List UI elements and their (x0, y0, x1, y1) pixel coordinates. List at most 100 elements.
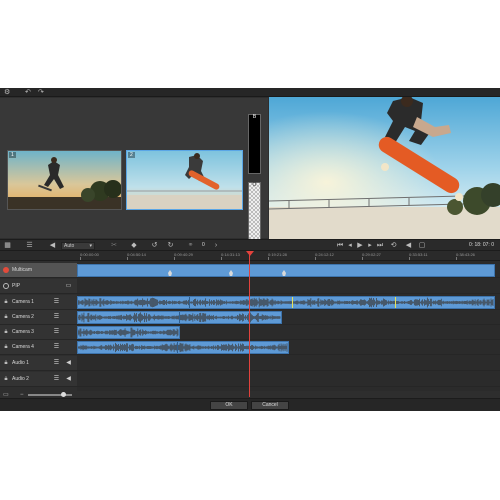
fullscreen-icon[interactable]: ▢ (418, 241, 426, 250)
zoom-slider-track[interactable] (28, 392, 72, 397)
track-header-audio-2[interactable]: 🔒︎ Audio 2 ☰ ◀ (0, 372, 77, 387)
program-frame-photo (269, 97, 500, 239)
timecode-start: 0 (202, 242, 205, 248)
ruler-tick: 0:14:31:13 (221, 252, 240, 260)
program-monitor (269, 97, 500, 239)
lane-pip (77, 279, 500, 294)
angle-switch-marker[interactable] (168, 267, 172, 276)
step-forward-icon[interactable]: ▸ (366, 241, 374, 250)
marker-icon[interactable]: ◆ (130, 241, 138, 250)
lane-camera-4 (77, 340, 500, 355)
lane-camera-2 (77, 310, 500, 325)
pip-settings-icon[interactable]: ▭ (64, 282, 73, 290)
angle-switch-marker[interactable] (229, 267, 233, 276)
loop-icon[interactable]: ⟲ (389, 241, 398, 250)
track-label: Multicam (12, 267, 33, 273)
ruler-corner (0, 251, 77, 261)
track-header-multicam[interactable]: Multicam (0, 263, 77, 278)
cancel-button[interactable]: Cancel (251, 401, 289, 410)
track-menu-icon[interactable]: ☰ (52, 313, 61, 321)
go-to-start-icon[interactable]: ⏮ (336, 241, 344, 250)
track-menu-icon[interactable]: ☰ (52, 375, 61, 383)
track-menu-icon[interactable]: ☰ (52, 359, 61, 367)
track-label: Camera 2 (12, 314, 34, 320)
go-to-end-icon[interactable]: ⏭ (376, 241, 384, 250)
editing-toolbar: ▦ ☰ ◀ Auto ▾ ✂ ◆ ↺ ↻ ⚭ 0 › ⏮ ◂ ▶ ▸ ⏭ ⟲ ◀… (0, 239, 500, 251)
playhead-handle[interactable] (246, 251, 254, 256)
chevron-right-icon[interactable]: › (212, 241, 220, 250)
thumbnail-number: 1 (9, 152, 16, 158)
lane-camera-1 (77, 295, 500, 310)
dialog-footer: OK Cancel (0, 398, 500, 411)
ruler-tick: 0:38:43:26 (456, 252, 475, 260)
timeline-ruler[interactable]: 0:00:00:00 0:04:50:14 0:09:40:29 0:14:31… (77, 251, 500, 261)
ruler-tick: 0:19:21:28 (268, 252, 287, 260)
list-view-icon[interactable]: ☰ (25, 241, 34, 250)
angle-switch-marker[interactable] (282, 267, 286, 276)
waveform-path (78, 297, 494, 308)
link-icon[interactable]: ⚭ (186, 241, 195, 250)
mode-dropdown[interactable]: Auto ▾ (61, 242, 95, 250)
multicam-editor-window: ⚙ ↶ ↷ 1 2 B O ▦ ☰ ◀ Auto ▾ ✂ ◆ ↺ ↻ ⚭ 0 ›… (0, 88, 500, 411)
track-header-audio-1[interactable]: 🔒︎ Audio 1 ☰ ◀ (0, 356, 77, 371)
camera-1-clip[interactable] (77, 296, 495, 309)
rotate-right-icon[interactable]: ↻ (166, 241, 175, 250)
play-icon[interactable]: ▶ (356, 241, 364, 250)
lock-icon[interactable]: 🔒︎ (3, 360, 9, 366)
camera-angle-thumbnail-2[interactable]: 2 (126, 150, 243, 210)
clip-cut-line (179, 312, 180, 323)
waveform-path (78, 342, 288, 353)
record-icon[interactable] (3, 267, 9, 273)
playhead[interactable] (249, 251, 250, 397)
track-label: Camera 1 (12, 299, 34, 305)
track-header-camera-2[interactable]: 🔒︎ Camera 2 ☰ (0, 310, 77, 325)
ok-button[interactable]: OK (210, 401, 248, 410)
lock-icon[interactable]: 🔒︎ (3, 299, 9, 305)
redo-icon[interactable]: ↷ (38, 88, 44, 97)
multicam-clip[interactable] (77, 264, 495, 277)
track-header-pip[interactable]: PIP ▭ (0, 279, 77, 294)
grid-view-icon[interactable]: ▦ (3, 241, 12, 250)
audio-waveform (78, 327, 179, 338)
track-header-camera-4[interactable]: 🔒︎ Camera 4 ☰ (0, 340, 77, 355)
track-menu-icon[interactable]: ☰ (52, 328, 61, 336)
track-label: Camera 3 (12, 329, 34, 335)
chevron-down-icon: ▾ (89, 243, 92, 249)
visibility-ring-icon[interactable] (3, 283, 9, 289)
lock-icon[interactable]: 🔒︎ (3, 329, 9, 335)
speaker-icon[interactable]: ◀ (64, 375, 73, 383)
lock-icon[interactable]: 🔒︎ (3, 376, 9, 382)
lane-multicam (77, 263, 500, 278)
lane-camera-3 (77, 325, 500, 340)
thumbnail-number: 2 (128, 152, 135, 158)
undo-icon[interactable]: ↶ (25, 88, 31, 97)
active-angle-selection[interactable] (292, 297, 396, 308)
audio-icon[interactable]: ◀ (48, 241, 57, 250)
track-header-camera-1[interactable]: 🔒︎ Camera 1 ☰ (0, 295, 77, 310)
track-menu-icon[interactable]: ☰ (52, 343, 61, 351)
track-label: Audio 2 (12, 376, 29, 382)
step-back-icon[interactable]: ◂ (346, 241, 354, 250)
track-label: Audio 1 (12, 360, 29, 366)
camera-3-clip[interactable] (77, 326, 180, 339)
gear-icon[interactable]: ⚙ (4, 88, 10, 97)
scissors-icon[interactable]: ✂ (110, 241, 118, 250)
pip-background-slot[interactable]: B (248, 114, 261, 174)
lane-audio-2 (77, 372, 500, 387)
track-header-camera-3[interactable]: 🔒︎ Camera 3 ☰ (0, 325, 77, 340)
title-bar: ⚙ ↶ ↷ (0, 88, 500, 97)
camera-2-clip[interactable] (77, 311, 282, 324)
camera-4-clip[interactable] (77, 341, 289, 354)
pip-overlay-slot[interactable]: O (248, 182, 261, 242)
ruler-tick: 0:24:12:12 (315, 252, 334, 260)
speaker-icon[interactable]: ◀ (64, 359, 73, 367)
track-label: PIP (12, 283, 21, 289)
lock-icon[interactable]: 🔒︎ (3, 344, 9, 350)
lock-icon[interactable]: 🔒︎ (3, 314, 9, 320)
ruler-tick: 0:04:50:14 (127, 252, 146, 260)
camera-angle-thumbnail-1[interactable]: 1 (7, 150, 122, 210)
volume-icon[interactable]: ◀ (404, 241, 413, 250)
rotate-left-icon[interactable]: ↺ (150, 241, 159, 250)
zoom-slider-knob[interactable] (60, 392, 66, 397)
track-menu-icon[interactable]: ☰ (52, 298, 61, 306)
